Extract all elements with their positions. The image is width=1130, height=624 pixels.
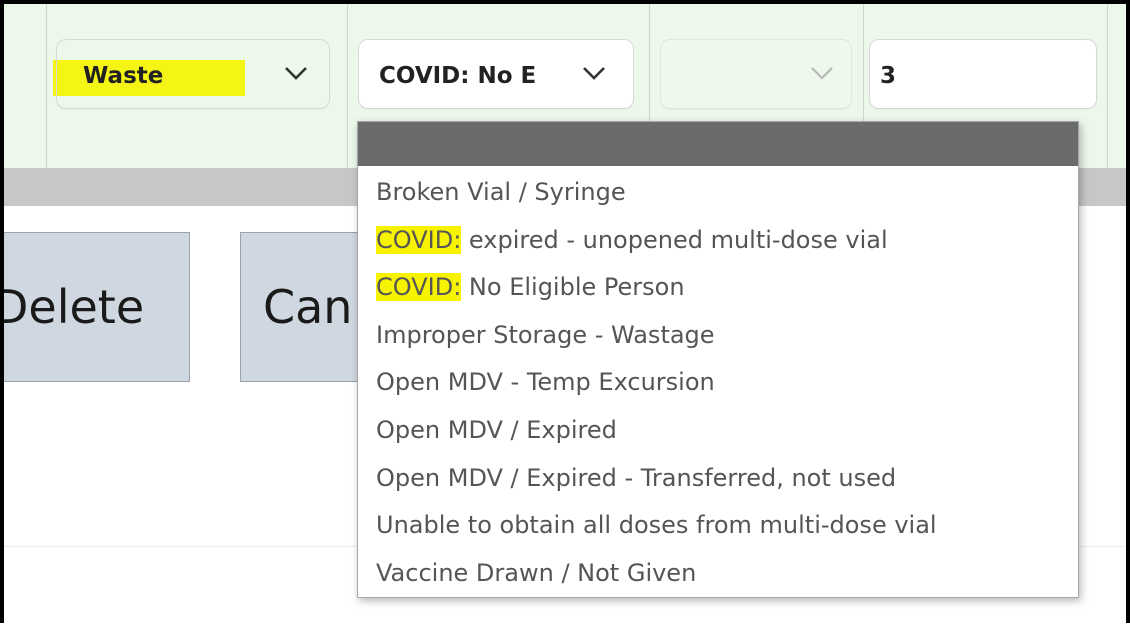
reason-dropdown-list: Broken Vial / Syringe COVID: expired - u… — [357, 121, 1079, 598]
dropdown-option[interactable]: Unable to obtain all doses from multi-do… — [358, 505, 1078, 545]
lot-select[interactable] — [660, 39, 852, 109]
reason-select[interactable]: COVID: No E — [358, 39, 634, 109]
delete-button-label: Delete — [0, 280, 145, 334]
option-label: COVID: No Eligible Person — [376, 271, 685, 303]
dropdown-blank-option[interactable] — [358, 122, 1078, 166]
column-divider — [1107, 4, 1108, 168]
chevron-down-icon — [285, 67, 307, 80]
chevron-down-icon — [583, 67, 605, 80]
option-label: Open MDV - Temp Excursion — [376, 366, 715, 398]
activity-select-value: Waste — [83, 63, 164, 89]
dropdown-option[interactable]: Improper Storage - Wastage — [358, 315, 1078, 355]
column-divider — [46, 4, 47, 168]
quantity-input[interactable]: 3 — [869, 39, 1097, 109]
dropdown-option[interactable]: Broken Vial / Syringe — [358, 172, 1078, 212]
quantity-value: 3 — [880, 63, 897, 89]
dropdown-option[interactable]: Open MDV - Temp Excursion — [358, 362, 1078, 402]
covid-highlight: COVID: — [376, 226, 462, 254]
option-label: Open MDV / Expired — [376, 414, 617, 446]
option-label: Open MDV / Expired - Transferred, not us… — [376, 462, 896, 494]
dropdown-option[interactable]: Open MDV / Expired — [358, 410, 1078, 450]
cancel-button-label: Can — [263, 280, 353, 334]
covid-highlight: COVID: — [376, 273, 462, 301]
option-text: Open MDV / Expired — [376, 416, 617, 444]
activity-select[interactable]: Waste — [56, 39, 330, 109]
delete-button[interactable]: Delete — [0, 232, 190, 382]
option-text: Broken Vial / Syringe — [376, 178, 626, 206]
dropdown-option[interactable]: Vaccine Drawn / Not Given — [358, 553, 1078, 593]
option-text: No Eligible Person — [461, 273, 685, 301]
option-text: Improper Storage - Wastage — [376, 321, 715, 349]
option-text: Vaccine Drawn / Not Given — [376, 559, 697, 587]
option-text: expired - unopened multi-dose vial — [461, 226, 888, 254]
option-text: Open MDV - Temp Excursion — [376, 368, 715, 396]
dropdown-option[interactable]: COVID: expired - unopened multi-dose via… — [358, 220, 1078, 260]
option-label: Broken Vial / Syringe — [376, 176, 626, 208]
reason-select-value: COVID: No E — [379, 63, 537, 89]
column-divider — [347, 4, 348, 168]
option-label: COVID: expired - unopened multi-dose via… — [376, 224, 888, 256]
option-label: Unable to obtain all doses from multi-do… — [376, 509, 937, 541]
option-label: Improper Storage - Wastage — [376, 319, 715, 351]
option-label: Vaccine Drawn / Not Given — [376, 557, 696, 589]
option-text: Unable to obtain all doses from multi-do… — [376, 511, 937, 539]
chevron-down-icon — [811, 67, 833, 80]
dropdown-option[interactable]: Open MDV / Expired - Transferred, not us… — [358, 458, 1078, 498]
dropdown-option[interactable]: COVID: No Eligible Person — [358, 267, 1078, 307]
option-text: Open MDV / Expired - Transferred, not us… — [376, 464, 897, 492]
